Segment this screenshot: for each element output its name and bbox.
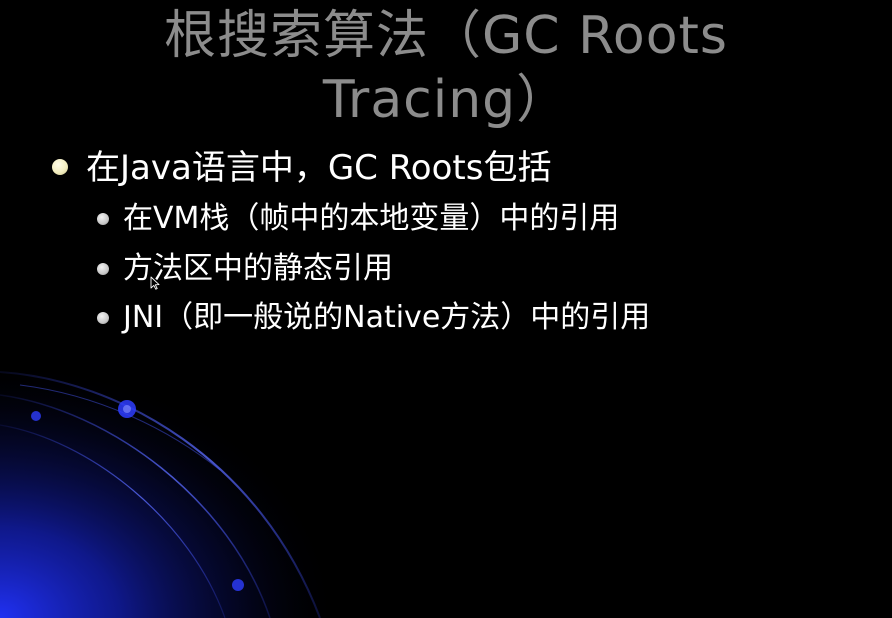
bullet-list: 在Java语言中，GC Roots包括 在VM栈（帧中的本地变量）中的引用 方法… — [0, 0, 892, 618]
sub-bullet-text: JNI（即一般说的Native方法）中的引用 — [123, 300, 651, 335]
sub-bullet-text: 在VM栈（帧中的本地变量）中的引用 — [123, 201, 620, 236]
main-bullet-dot-icon — [52, 159, 68, 175]
sub-bullet-text: 方法区中的静态引用 — [123, 251, 393, 286]
main-bullet: 在Java语言中，GC Roots包括 — [52, 146, 552, 190]
sub-bullet-dot-icon — [97, 263, 109, 275]
main-bullet-text: 在Java语言中，GC Roots包括 — [86, 148, 552, 188]
presentation-slide: 根搜索算法（GC Roots Tracing） 在Java语言中，GC Root… — [0, 0, 892, 618]
sub-bullet-dot-icon — [97, 213, 109, 225]
sub-bullet-1: 在VM栈（帧中的本地变量）中的引用 — [97, 199, 620, 239]
sub-bullet-3: JNI（即一般说的Native方法）中的引用 — [97, 298, 651, 338]
sub-bullet-2: 方法区中的静态引用 — [97, 249, 393, 289]
sub-bullet-dot-icon — [97, 312, 109, 324]
mouse-cursor-icon — [150, 276, 160, 290]
